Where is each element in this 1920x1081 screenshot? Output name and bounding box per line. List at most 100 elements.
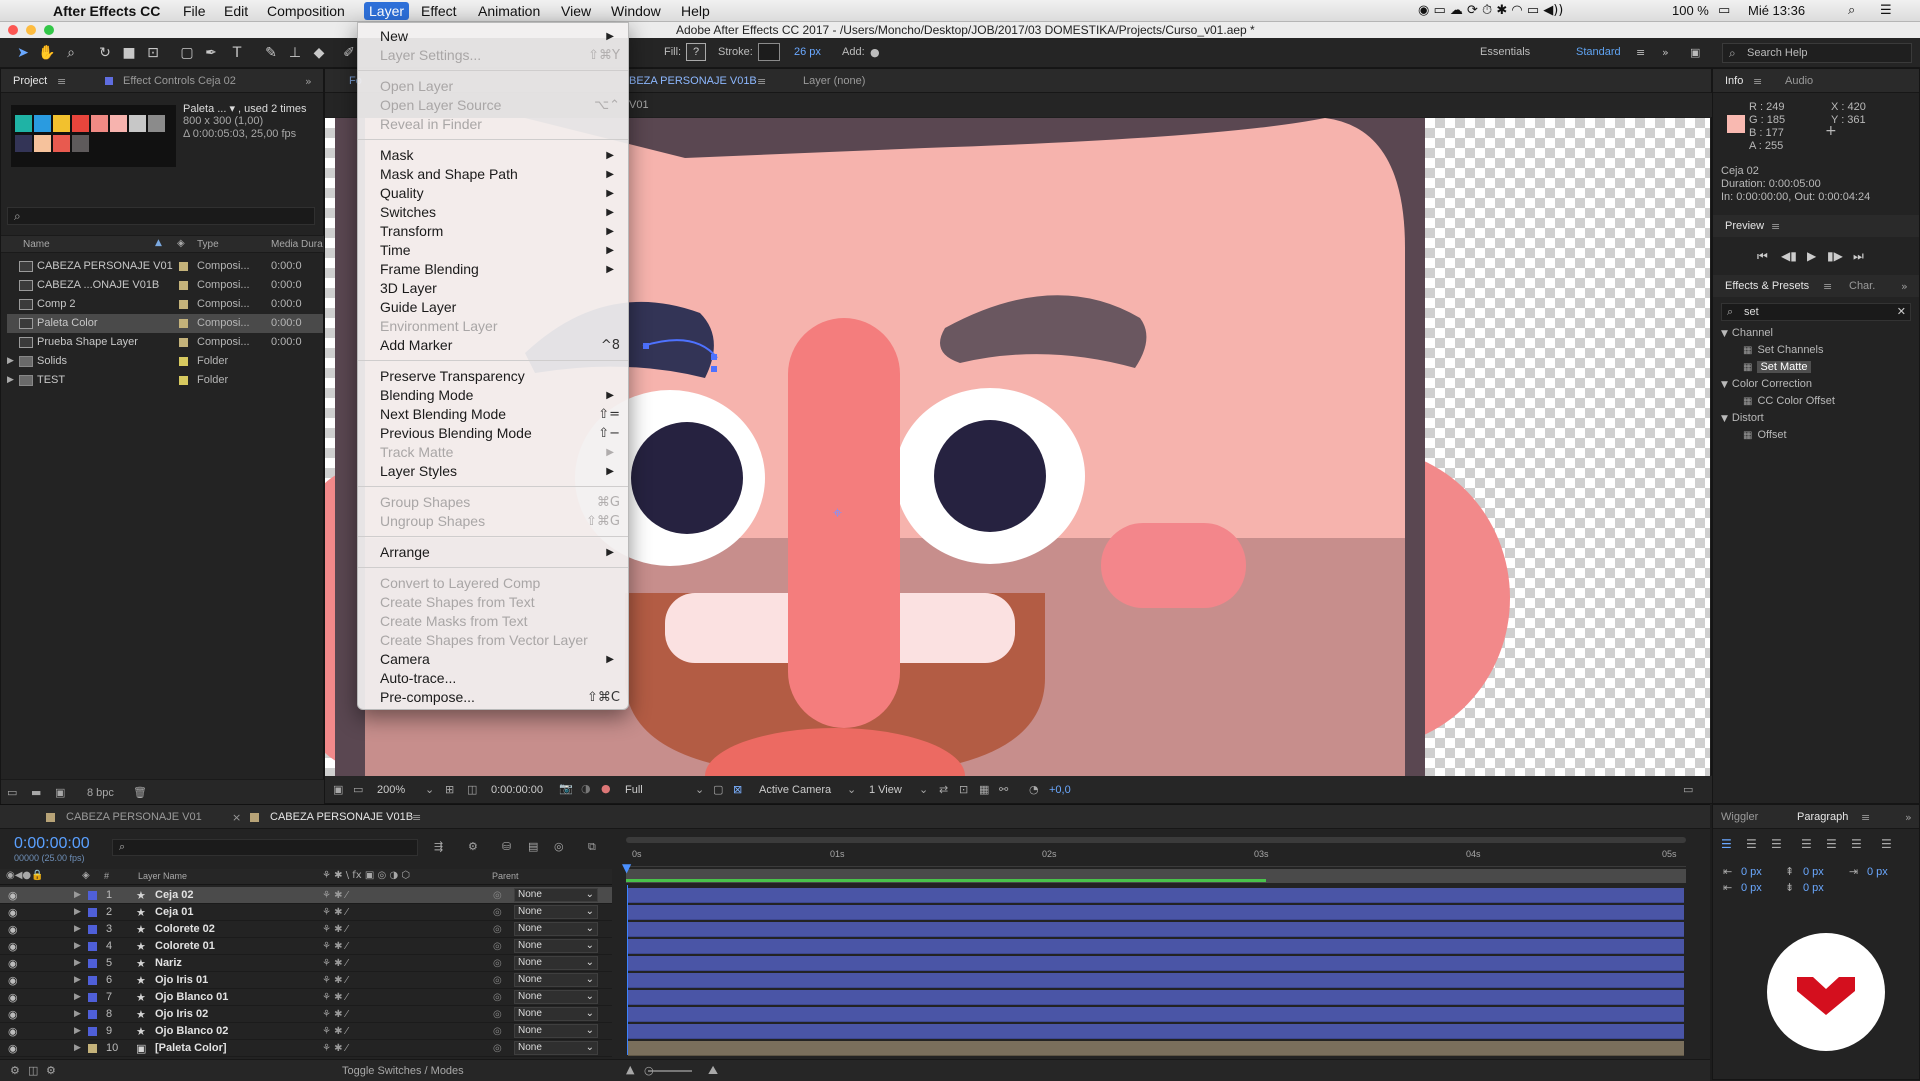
expand-layer-triangle-icon[interactable]: ▶ [74,955,81,972]
zoom-window-button[interactable] [44,25,54,35]
previous-frame-icon[interactable]: ◀▮ [1781,249,1797,263]
camera-tool-icon[interactable]: ■ [120,44,138,62]
layer-duration-bar[interactable] [628,1024,1684,1039]
timeline-zoom-slider[interactable] [648,1070,692,1072]
expand-layer-triangle-icon[interactable]: ▶ [74,1023,81,1040]
menu-item-next-blending-mode[interactable]: Next Blending Mode [380,405,506,424]
close-tab-icon[interactable]: × [232,811,241,824]
comp-settings-icon[interactable]: ⚙ [10,1064,20,1077]
panel-toggle-icon[interactable]: ▣ [1690,46,1700,59]
mask-visibility-icon[interactable]: ◫ [467,783,477,796]
visibility-eye-icon[interactable]: ◉ [8,1040,18,1057]
parent-dropdown[interactable]: None ⌄ [514,888,598,902]
layer-name[interactable]: Ojo Iris 01 [155,972,208,989]
layer-row[interactable]: ◉ ▶ 6 ★ Ojo Iris 01 ⚘ ✱ ⁄ ◎ None ⌄ [0,972,612,989]
tab-effects-presets[interactable]: Effects & Presets [1725,280,1809,292]
visibility-eye-icon[interactable]: ◉ [8,1006,18,1023]
layer-duration-bar[interactable] [628,905,1684,920]
layer-label-color[interactable] [88,976,97,985]
layer-name-col[interactable]: Layer Name [138,871,187,881]
label-color[interactable] [179,319,188,328]
menu-item-mask-and-shape-path[interactable]: Mask and Shape Path [380,165,518,184]
menu-effect[interactable]: Effect [416,2,462,20]
parent-dropdown[interactable]: None ⌄ [514,956,598,970]
resolution-dropdown[interactable]: Full [625,784,643,796]
expand-switches-icon[interactable]: ◫ [28,1064,38,1077]
hand-tool-icon[interactable]: ✋ [38,44,56,62]
layer-switches[interactable]: ⚘ ✱ ⁄ [322,989,347,1006]
pick-whip-icon[interactable]: ◎ [493,921,502,938]
color-channel-icon[interactable]: ● [601,782,611,795]
menu-item-add-marker[interactable]: Add Marker [380,336,452,355]
apple-icon[interactable] [14,2,24,20]
timeline-menu-icon[interactable]: ≡ [412,811,421,824]
pick-whip-icon[interactable]: ◎ [493,887,502,904]
timeline-search-field[interactable]: ⌕ [112,839,418,856]
comp-tab-menu-icon[interactable]: ≡ [757,75,766,88]
time-ruler[interactable]: 0s 01s 02s 03s 04s 05s ▼ [622,833,1686,885]
clock[interactable]: Mié 13:36 [1748,2,1805,20]
space-before-value[interactable]: 0 px [1803,866,1824,878]
menu-item-preserve-transparency[interactable]: Preserve Transparency [380,367,525,386]
comp-mini-flowchart-icon[interactable]: ⇶ [434,840,443,853]
draft-3d-icon[interactable]: ⚙ [468,840,478,853]
layer-label-color[interactable] [88,891,97,900]
parent-dropdown[interactable]: None ⌄ [514,1024,598,1038]
camera-dropdown[interactable]: Active Camera [759,784,831,796]
project-item[interactable]: ▶ Solids Folder [7,352,323,371]
menu-animation[interactable]: Animation [473,2,545,20]
effects-search-field[interactable]: ⌕ set ✕ [1721,303,1911,321]
tab-composition[interactable]: BEZA PERSONAJE V01B [629,75,757,87]
expand-layer-triangle-icon[interactable]: ▶ [74,938,81,955]
shy-layers-icon[interactable]: ⛁ [502,840,511,853]
eraser-tool-icon[interactable]: ◆ [310,44,328,62]
effects-search-value[interactable]: set [1744,306,1759,318]
visibility-eye-icon[interactable]: ◉ [8,904,18,921]
info-menu-icon[interactable]: ≡ [1753,75,1762,88]
layer-name[interactable]: Ojo Iris 02 [155,1006,208,1023]
next-frame-icon[interactable]: ▮▶ [1827,249,1843,263]
graph-editor-icon[interactable]: ⧉ [588,840,596,854]
layer-duration-bar[interactable] [628,973,1684,988]
parent-dropdown[interactable]: None ⌄ [514,1041,598,1055]
effects-group[interactable]: ▼ Color Correction [1721,378,1812,390]
layer-duration-bar[interactable] [628,922,1684,937]
selection-tool-icon[interactable]: ➤ [14,44,32,62]
menu-item-time[interactable]: Time [380,241,411,260]
new-comp-icon[interactable]: ▣ [55,786,65,799]
layer-label-color[interactable] [88,942,97,951]
transparency-grid-icon[interactable]: ⊠ [733,783,742,796]
views-dropdown[interactable]: 1 View [869,784,902,796]
visibility-eye-icon[interactable]: ◉ [8,972,18,989]
parent-dropdown[interactable]: None ⌄ [514,922,598,936]
layer-label-color[interactable] [88,959,97,968]
expand-triangle-icon[interactable]: ▼ [1721,414,1728,424]
path-vertex[interactable] [711,366,717,372]
effects-group[interactable]: ▼ Channel [1721,327,1773,339]
menu-item-guide-layer[interactable]: Guide Layer [380,298,456,317]
monitor-icon[interactable]: ▭ [353,783,363,796]
layer-name[interactable]: [Paleta Color] [155,1040,227,1057]
layer-name[interactable]: Nariz [155,955,182,972]
expand-layer-triangle-icon[interactable]: ▶ [74,989,81,1006]
interpret-footage-icon[interactable]: ▭ [7,786,17,799]
viewer-timecode[interactable]: 0:00:00:00 [491,784,543,796]
menu-layer[interactable]: Layer [364,2,410,20]
preview-menu-icon[interactable]: ≡ [1771,220,1780,233]
project-item[interactable]: CABEZA ...ONAJE V01B Composi... 0:00:0 [7,276,323,295]
project-item[interactable]: CABEZA PERSONAJE V01 Composi... 0:00:0 [7,257,323,276]
trash-icon[interactable]: 🗑 [133,786,147,799]
spotlight-icon[interactable]: ⌕ [1848,2,1855,20]
last-frame-icon[interactable]: ⏭ [1853,249,1864,264]
layer-name[interactable]: Ceja 02 [155,887,194,904]
space-after-value[interactable]: 0 px [1803,882,1824,894]
layer-duration-bar[interactable] [628,990,1684,1005]
layer-name[interactable]: Ojo Blanco 02 [155,1023,228,1040]
menu-help[interactable]: Help [676,2,715,20]
menu-window[interactable]: Window [606,2,666,20]
layer-switches[interactable]: ⚘ ✱ ⁄ [322,972,347,989]
fill-swatch[interactable]: ? [686,43,706,61]
layer-duration-bar[interactable] [628,888,1684,903]
project-item[interactable]: Comp 2 Composi... 0:00:0 [7,295,323,314]
workspace-standard[interactable]: Standard [1576,46,1621,58]
